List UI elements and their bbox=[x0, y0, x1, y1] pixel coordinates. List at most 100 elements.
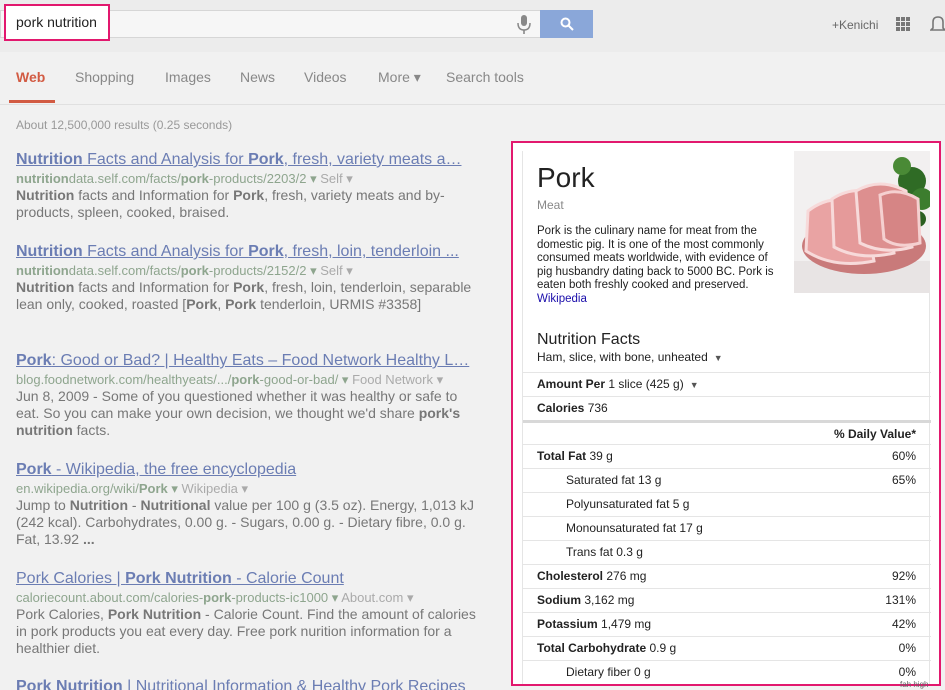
user-account-link[interactable]: +Kenichi bbox=[832, 18, 878, 32]
daily-value-header: % Daily Value* bbox=[833, 427, 916, 441]
serving-label: Ham, slice, with bone, unheated bbox=[537, 350, 708, 364]
panel-title: Pork bbox=[537, 162, 595, 193]
result-url: blog.foodnetwork.com/healthyeats/.../por… bbox=[16, 372, 444, 387]
pork-image[interactable] bbox=[794, 151, 930, 293]
tab-shopping[interactable]: Shopping bbox=[75, 69, 134, 85]
nutrient-row: Sodium 3,162 mg 131% bbox=[523, 588, 931, 612]
search-input[interactable]: pork nutrition bbox=[4, 4, 110, 41]
nutrient-row: Saturated fat 13 g 65% bbox=[523, 468, 931, 492]
nutrient-name: Saturated fat bbox=[566, 473, 635, 487]
divider bbox=[0, 104, 945, 105]
top-bar: pork nutrition +Kenichi bbox=[0, 0, 945, 52]
result-url: nutritiondata.self.com/facts/pork-produc… bbox=[16, 263, 353, 278]
nutrient-amount: 276 mg bbox=[603, 569, 647, 583]
nutrient-amount: 13 g bbox=[634, 473, 662, 487]
knowledge-panel: Pork Meat Pork is the culinary name for … bbox=[511, 141, 941, 686]
panel-description: Pork is the culinary name for meat from … bbox=[537, 225, 785, 306]
search-result: Nutrition Facts and Analysis for Pork, f… bbox=[16, 150, 476, 221]
description-text: Pork is the culinary name for meat from … bbox=[537, 225, 774, 291]
result-title-link[interactable]: Pork Calories | Pork Nutrition - Calorie… bbox=[16, 569, 476, 589]
search-tabs: Web Shopping Images News Videos More ▾ S… bbox=[0, 52, 945, 104]
nutrient-name: Sodium bbox=[537, 593, 581, 607]
result-snippet: Jun 8, 2009 - Some of you questioned whe… bbox=[16, 388, 461, 438]
nutrient-name: Potassium bbox=[537, 617, 598, 631]
result-snippet: Pork Calories, Pork Nutrition - Calorie … bbox=[16, 606, 476, 656]
search-button[interactable] bbox=[540, 10, 593, 38]
result-title-link[interactable]: Pork Nutrition | Nutritional Information… bbox=[16, 677, 476, 690]
nutrient-row: Potassium 1,479 mg 42% bbox=[523, 612, 931, 636]
result-snippet: Nutrition facts and Information for Pork… bbox=[16, 187, 445, 220]
daily-value-header-row: % Daily Value* bbox=[523, 420, 931, 444]
nutrient-amount: 17 g bbox=[676, 521, 703, 535]
nutrient-amount: 39 g bbox=[586, 449, 613, 463]
active-tab-indicator bbox=[9, 100, 55, 103]
nutrient-daily-value: 42% bbox=[891, 617, 916, 631]
panel-subtitle: Meat bbox=[537, 198, 564, 212]
nutrient-name: Trans fat bbox=[566, 545, 613, 559]
amount-label: Amount Per bbox=[537, 377, 606, 391]
nutrient-row: Total Carbohydrate 0.9 g 0% bbox=[523, 636, 931, 660]
calories-row: Calories 736 bbox=[523, 396, 931, 420]
result-title-link[interactable]: Pork - Wikipedia, the free encyclopedia bbox=[16, 460, 476, 480]
caret-down-icon: ▼ bbox=[689, 380, 699, 390]
amount-value: 1 slice (425 g) bbox=[608, 377, 684, 391]
tab-web[interactable]: Web bbox=[16, 69, 45, 85]
search-result: Nutrition Facts and Analysis for Pork, f… bbox=[16, 242, 476, 313]
tab-videos[interactable]: Videos bbox=[304, 69, 347, 85]
result-snippet: Jump to Nutrition - Nutritional value pe… bbox=[16, 497, 475, 547]
tab-images[interactable]: Images bbox=[165, 69, 211, 85]
nutrient-row: Dietary fiber 0 g 0% bbox=[523, 660, 931, 684]
nutrient-name: Dietary fiber bbox=[566, 665, 631, 679]
nutrient-amount: 0.9 g bbox=[646, 641, 677, 655]
result-url: en.wikipedia.org/wiki/Pork ▾ Wikipedia ▾ bbox=[16, 481, 248, 496]
nutrient-row: Monounsaturated fat 17 g bbox=[523, 516, 931, 540]
nutrient-row: Cholesterol 276 mg 92% bbox=[523, 564, 931, 588]
result-title-link[interactable]: Nutrition Facts and Analysis for Pork, f… bbox=[16, 150, 476, 170]
search-result: Pork: Good or Bad? | Healthy Eats – Food… bbox=[16, 351, 476, 439]
nutrient-amount: 3,162 mg bbox=[581, 593, 635, 607]
nutrient-name: Total Carbohydrate bbox=[537, 641, 647, 655]
search-result: Pork Nutrition | Nutritional Information… bbox=[16, 677, 476, 690]
nutrient-amount: 1,479 mg bbox=[597, 617, 652, 631]
calories-value: 736 bbox=[587, 401, 608, 415]
nutrient-amount: 5 g bbox=[669, 497, 690, 511]
calories-label: Calories bbox=[537, 401, 585, 415]
nutrient-daily-value: 0% bbox=[898, 641, 916, 655]
nutrient-name: Cholesterol bbox=[537, 569, 604, 583]
result-url: caloriecount.about.com/calories-pork-pro… bbox=[16, 590, 414, 605]
result-title-link[interactable]: Pork: Good or Bad? | Healthy Eats – Food… bbox=[16, 351, 476, 371]
nutrient-daily-value: 60% bbox=[891, 449, 916, 463]
result-snippet: Nutrition facts and Information for Pork… bbox=[16, 279, 472, 312]
tab-search-tools[interactable]: Search tools bbox=[446, 69, 524, 85]
result-title-link[interactable]: Nutrition Facts and Analysis for Pork, f… bbox=[16, 242, 476, 262]
serving-selector[interactable]: Ham, slice, with bone, unheated ▼ bbox=[537, 350, 723, 364]
corner-note: fah high bbox=[900, 680, 929, 689]
nutrient-name: Monounsaturated fat bbox=[566, 521, 677, 535]
nutrient-row: Polyunsaturated fat 5 g bbox=[523, 492, 931, 516]
nutrient-daily-value: 131% bbox=[885, 593, 916, 607]
search-result: Pork Calories | Pork Nutrition - Calorie… bbox=[16, 569, 476, 657]
nutrition-table: Amount Per 1 slice (425 g) ▼ Calories 736… bbox=[523, 372, 931, 684]
search-result: Pork - Wikipedia, the free encyclopedia … bbox=[16, 460, 476, 548]
tab-more[interactable]: More ▾ bbox=[378, 69, 421, 86]
nutrient-amount: 0 g bbox=[630, 665, 651, 679]
nutrient-name: Polyunsaturated fat bbox=[566, 497, 670, 511]
nutrient-daily-value: 65% bbox=[891, 473, 916, 487]
result-stats: About 12,500,000 results (0.25 seconds) bbox=[16, 118, 233, 132]
notification-bell-icon[interactable] bbox=[930, 15, 945, 33]
apps-grid-icon[interactable] bbox=[896, 17, 910, 31]
nutrient-daily-value: 92% bbox=[891, 569, 916, 583]
nutrient-row: Trans fat 0.3 g bbox=[523, 540, 931, 564]
nutrient-row: Total Fat 39 g 60% bbox=[523, 444, 931, 468]
caret-down-icon: ▼ bbox=[713, 353, 723, 363]
nutrient-amount: 0.3 g bbox=[612, 545, 643, 559]
wikipedia-link[interactable]: Wikipedia bbox=[537, 293, 587, 305]
tab-news[interactable]: News bbox=[240, 69, 275, 85]
amount-row[interactable]: Amount Per 1 slice (425 g) ▼ bbox=[523, 372, 931, 396]
knowledge-panel-card: Pork Meat Pork is the culinary name for … bbox=[522, 151, 931, 684]
result-url: nutritiondata.self.com/facts/pork-produc… bbox=[16, 171, 353, 186]
nutrient-name: Total Fat bbox=[537, 449, 587, 463]
search-icon bbox=[560, 17, 574, 31]
microphone-icon[interactable] bbox=[516, 14, 532, 36]
nutrition-facts-title: Nutrition Facts bbox=[537, 331, 641, 348]
